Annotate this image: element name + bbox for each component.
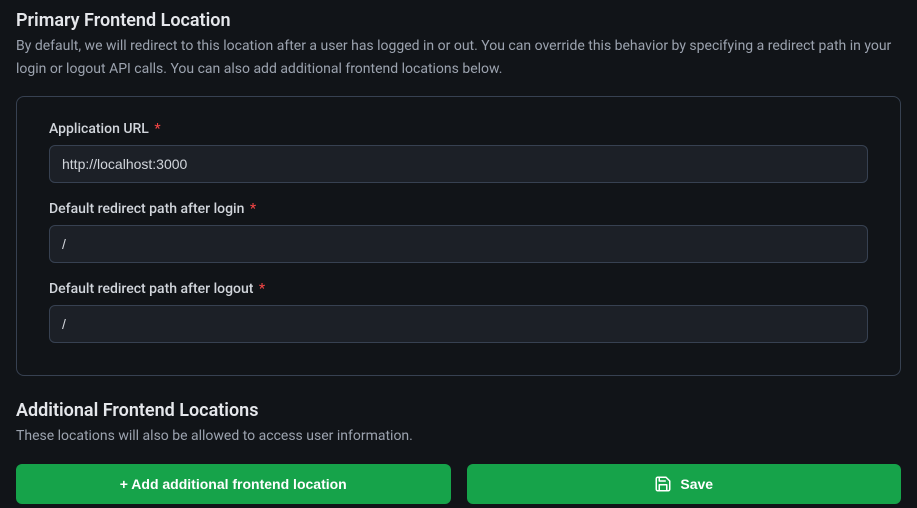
logout-redirect-group: Default redirect path after logout * — [49, 281, 868, 343]
login-redirect-label: Default redirect path after login * — [49, 201, 868, 217]
application-url-input[interactable] — [49, 145, 868, 183]
button-row: + Add additional frontend location Save — [16, 464, 901, 504]
primary-location-card: Application URL * Default redirect path … — [16, 96, 901, 376]
logout-redirect-input[interactable] — [49, 305, 868, 343]
additional-section: Additional Frontend Locations These loca… — [16, 398, 901, 504]
additional-section-description: These locations will also be allowed to … — [16, 425, 901, 447]
application-url-label: Application URL * — [49, 121, 868, 137]
save-button[interactable]: Save — [467, 464, 902, 504]
primary-section-header: Primary Frontend Location By default, we… — [16, 8, 901, 80]
primary-section-title: Primary Frontend Location — [16, 8, 901, 33]
add-location-button[interactable]: + Add additional frontend location — [16, 464, 451, 504]
save-button-label: Save — [680, 476, 713, 492]
required-indicator: * — [154, 121, 160, 137]
login-redirect-group: Default redirect path after login * — [49, 201, 868, 263]
primary-section-description: By default, we will redirect to this loc… — [16, 35, 901, 80]
required-indicator: * — [250, 201, 256, 217]
additional-section-header: Additional Frontend Locations These loca… — [16, 398, 901, 448]
additional-section-title: Additional Frontend Locations — [16, 398, 901, 423]
application-url-group: Application URL * — [49, 121, 868, 183]
required-indicator: * — [259, 281, 265, 297]
add-location-label: + Add additional frontend location — [120, 476, 347, 492]
save-icon — [654, 475, 672, 493]
logout-redirect-label: Default redirect path after logout * — [49, 281, 868, 297]
login-redirect-input[interactable] — [49, 225, 868, 263]
